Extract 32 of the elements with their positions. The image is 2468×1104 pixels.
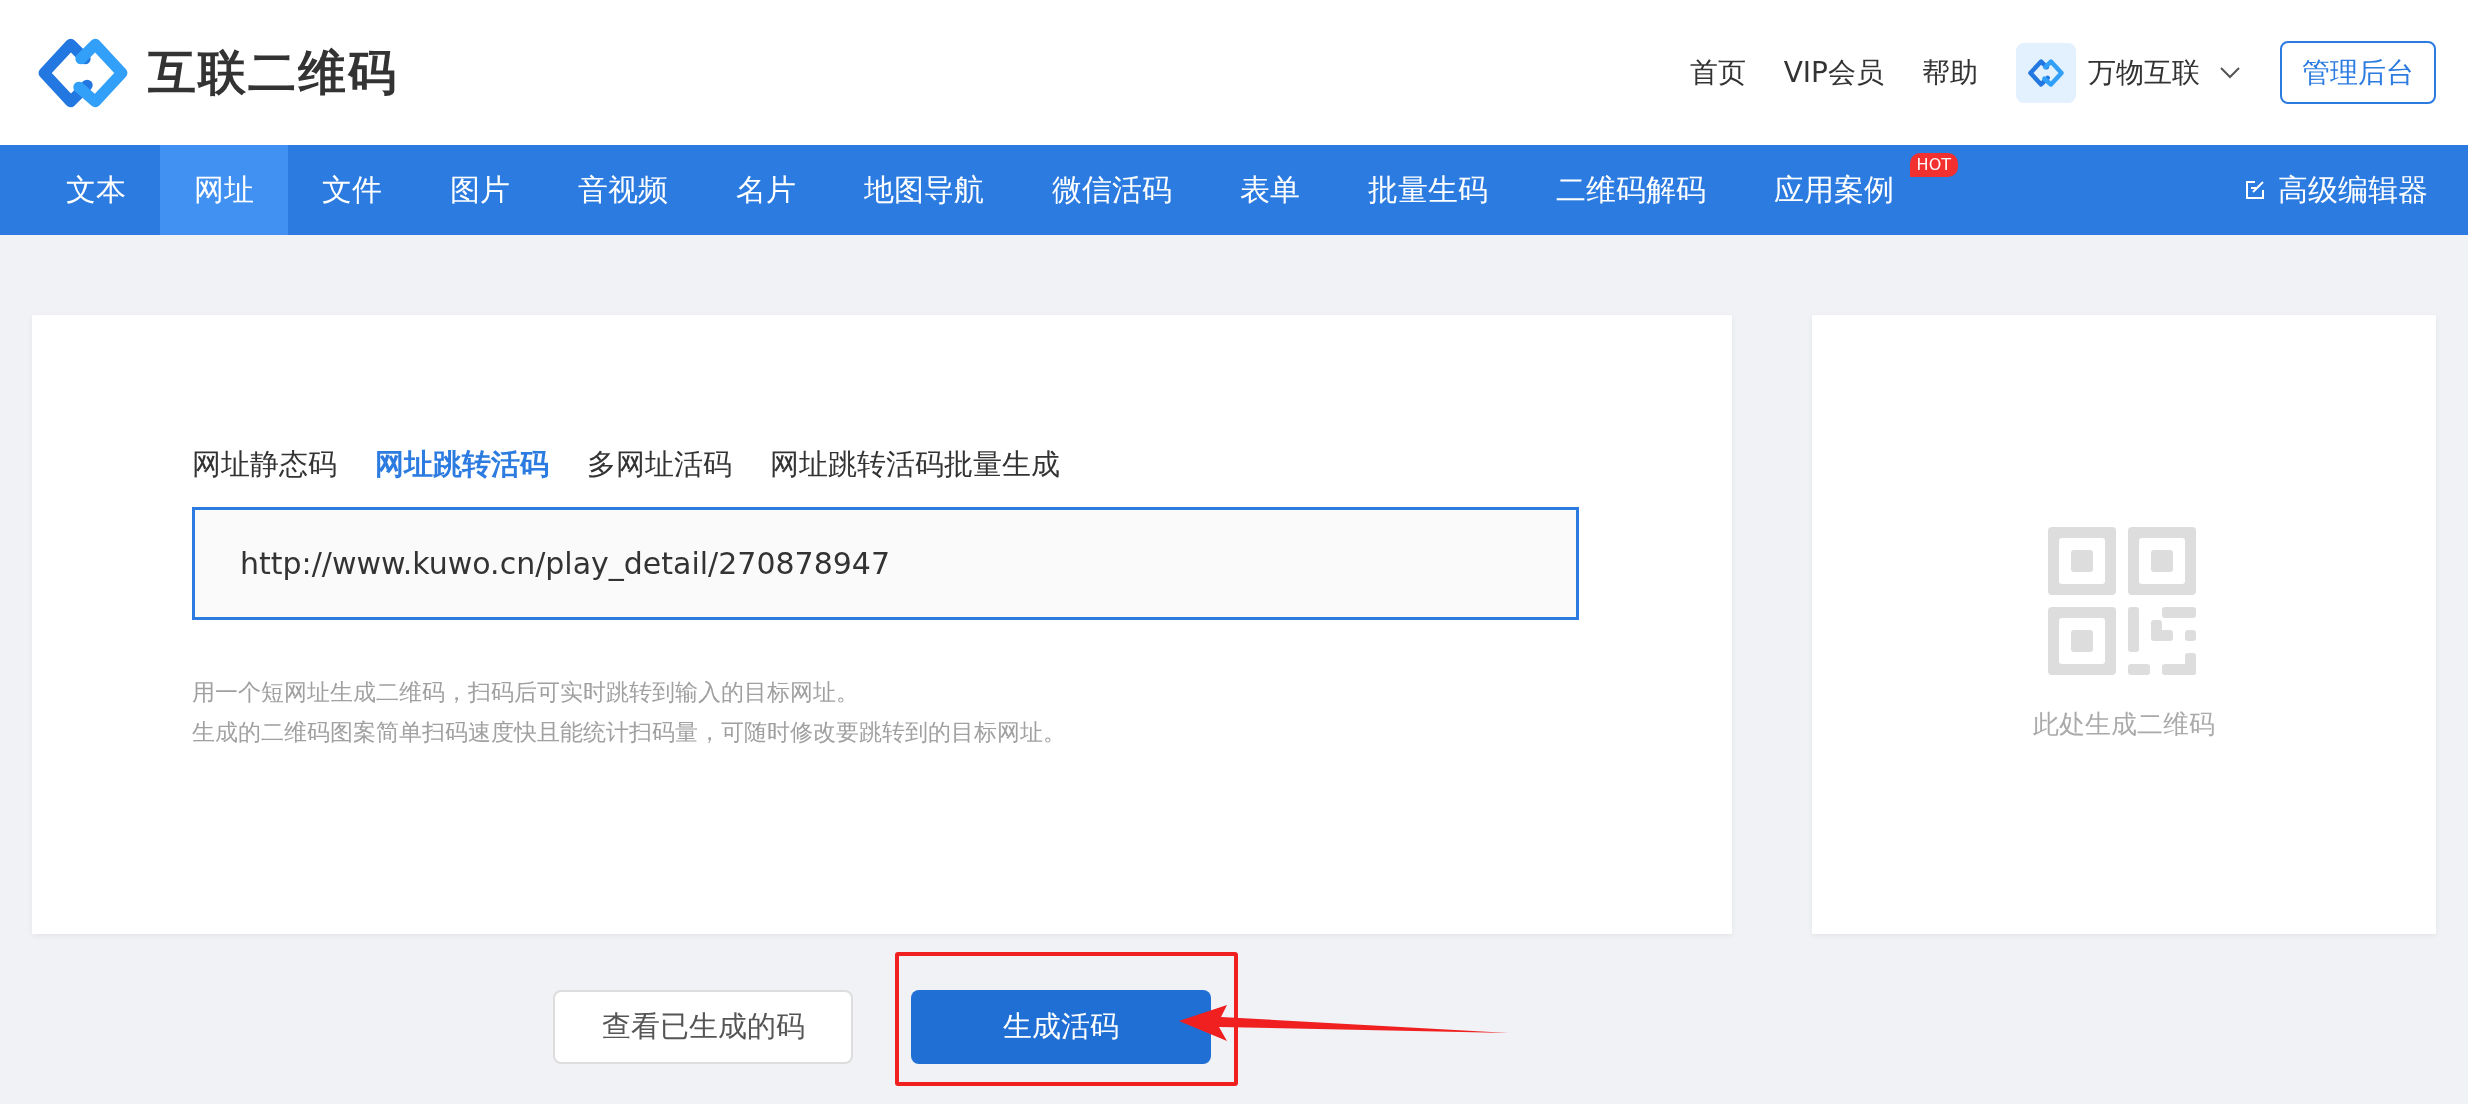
placeholder-caption: 此处生成二维码 — [2033, 708, 2215, 741]
mode-tab[interactable]: 多网址活码 — [587, 445, 732, 485]
view-codes-button[interactable]: 查看已生成的码 — [553, 990, 853, 1064]
logo-text: 互联二维码 — [148, 42, 398, 102]
hint-text: 生成的二维码图案简单扫码速度快且能统计扫码量，可随时修改要跳转到的目标网址。 — [192, 718, 1067, 747]
header-link[interactable]: 首页 — [1689, 53, 1746, 92]
generate-button[interactable]: 生成活码 — [911, 990, 1211, 1064]
nav-item[interactable]: 二维码解码 — [1522, 145, 1740, 235]
avatar-icon — [2016, 42, 2076, 103]
admin-button[interactable]: 管理后台 — [2280, 41, 2436, 104]
hot-badge: HOT — [1909, 153, 1958, 177]
account-menu[interactable]: 万物互联 — [2016, 42, 2240, 103]
nav-item[interactable]: 音视频 — [544, 145, 702, 235]
nav-item[interactable]: 名片 — [702, 145, 830, 235]
mode-tab[interactable]: 网址跳转活码批量生成 — [770, 445, 1060, 485]
nav-item[interactable]: 批量生码 — [1334, 145, 1522, 235]
caret-icon — [2220, 66, 2240, 79]
mode-tab[interactable]: 网址跳转活码 — [375, 445, 549, 485]
nav-item[interactable]: 文本 — [32, 145, 160, 235]
edit-icon — [2244, 179, 2266, 201]
nav-item[interactable]: 表单 — [1206, 145, 1334, 235]
header-link[interactable]: VIP会员 — [1783, 53, 1884, 92]
nav-item[interactable]: 地图导航 — [830, 145, 1018, 235]
hint-text: 用一个短网址生成二维码，扫码后可实时跳转到输入的目标网址。 — [192, 678, 860, 707]
mode-tab[interactable]: 网址静态码 — [192, 445, 337, 485]
editor-link[interactable]: 高级编辑器 — [2244, 145, 2428, 235]
nav-item[interactable]: 文件 — [288, 145, 416, 235]
nav-item[interactable]: 图片 — [416, 145, 544, 235]
header-link[interactable]: 帮助 — [1922, 53, 1978, 92]
nav-item[interactable]: 微信活码 — [1018, 145, 1206, 235]
url-input-field[interactable]: http://www.kuwo.cn/play_detail/270878947 — [192, 507, 1579, 620]
nav-item[interactable]: 网址 — [160, 145, 288, 235]
